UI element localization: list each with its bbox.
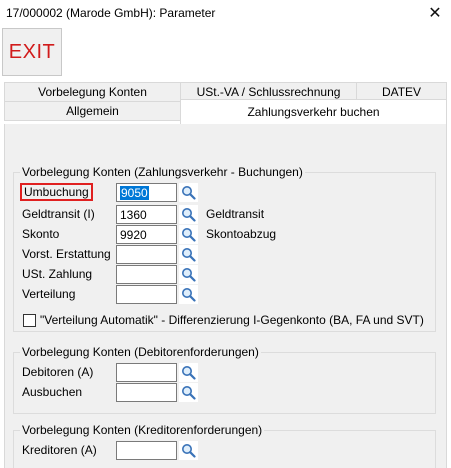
tab-zahlungsverkehr-buchen[interactable]: Zahlungsverkehr buchen — [180, 99, 447, 124]
magnifier-icon — [182, 366, 196, 380]
umbuchung-value: 9050 — [120, 186, 149, 200]
group-title: Vorbelegung Konten (Kreditorenforderunge… — [20, 423, 265, 437]
magnifier-icon — [182, 248, 196, 262]
verteilung-lookup-button[interactable] — [179, 285, 198, 304]
group-title: Vorbelegung Konten (Zahlungsverkehr - Bu… — [20, 165, 305, 179]
ust-zahlung-input[interactable] — [116, 265, 177, 284]
tab-strip: Vorbelegung Konten USt.-VA / Schlussrech… — [0, 80, 451, 124]
debitoren-input[interactable] — [116, 363, 177, 382]
skonto-description: Skontoabzug — [206, 227, 277, 241]
group-zahlungsverkehr-buchungen: Vorbelegung Konten (Zahlungsverkehr - Bu… — [13, 165, 436, 332]
label-ust-zahlung: USt. Zahlung — [22, 267, 93, 281]
geldtransit-description: Geldtransit — [206, 207, 265, 221]
magnifier-icon — [182, 386, 196, 400]
close-icon: ✕ — [428, 5, 442, 22]
ust-zahlung-lookup-button[interactable] — [179, 265, 198, 284]
title-bar: 17/000002 (Marode GmbH): Parameter ✕ — [0, 0, 451, 26]
verteilung-automatik-label: "Verteilung Automatik" - Differenzierung… — [40, 313, 424, 327]
magnifier-icon — [182, 208, 196, 222]
kreditoren-lookup-button[interactable] — [179, 441, 198, 460]
verteilung-automatik-checkbox[interactable] — [23, 314, 36, 327]
label-vorst-erstattung: Vorst. Erstattung — [22, 247, 111, 261]
toolbar: EXIT — [0, 26, 451, 79]
group-title: Vorbelegung Konten (Debitorenforderungen… — [20, 345, 261, 359]
ausbuchen-lookup-button[interactable] — [179, 383, 198, 402]
label-kreditoren: Kreditoren (A) — [22, 443, 97, 457]
umbuchung-input[interactable]: 9050 — [116, 183, 177, 202]
label-geldtransit: Geldtransit (I) — [22, 207, 95, 221]
umbuchung-lookup-button[interactable] — [179, 183, 198, 202]
tab-vorbelegung-konten[interactable]: Vorbelegung Konten — [4, 82, 181, 102]
geldtransit-lookup-button[interactable] — [179, 205, 198, 224]
magnifier-icon — [182, 288, 196, 302]
vorst-erstattung-input[interactable] — [116, 245, 177, 264]
magnifier-icon — [182, 268, 196, 282]
group-kreditorenforderungen: Vorbelegung Konten (Kreditorenforderunge… — [13, 423, 436, 468]
group-debitorenforderungen: Vorbelegung Konten (Debitorenforderungen… — [13, 345, 436, 414]
tab-panel: Vorbelegung Konten (Zahlungsverkehr - Bu… — [4, 124, 447, 468]
label-verteilung: Verteilung — [22, 287, 76, 301]
label-umbuchung: Umbuchung — [20, 183, 93, 201]
skonto-lookup-button[interactable] — [179, 225, 198, 244]
label-skonto: Skonto — [22, 227, 60, 241]
vorst-erstattung-lookup-button[interactable] — [179, 245, 198, 264]
skonto-input[interactable]: 9920 — [116, 225, 177, 244]
parameter-window: 17/000002 (Marode GmbH): Parameter ✕ EXI… — [0, 0, 451, 468]
magnifier-icon — [182, 186, 196, 200]
magnifier-icon — [182, 228, 196, 242]
debitoren-lookup-button[interactable] — [179, 363, 198, 382]
exit-button[interactable]: EXIT — [2, 28, 62, 76]
tab-allgemein[interactable]: Allgemein — [4, 101, 181, 121]
ausbuchen-input[interactable] — [116, 383, 177, 402]
verteilung-input[interactable] — [116, 285, 177, 304]
geldtransit-input[interactable]: 1360 — [116, 205, 177, 224]
label-debitoren: Debitoren (A) — [22, 365, 94, 379]
kreditoren-input[interactable] — [116, 441, 177, 460]
magnifier-icon — [182, 444, 196, 458]
close-button[interactable]: ✕ — [419, 0, 451, 26]
window-title: 17/000002 (Marode GmbH): Parameter — [6, 6, 216, 20]
label-ausbuchen: Ausbuchen — [22, 385, 83, 399]
